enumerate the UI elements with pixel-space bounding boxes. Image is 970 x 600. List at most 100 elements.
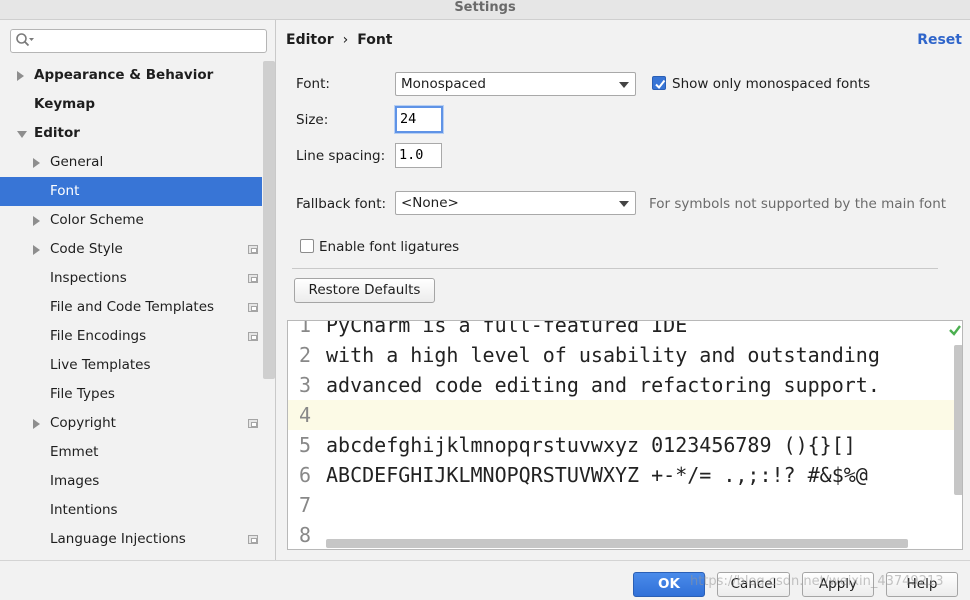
window-titlebar: Settings bbox=[0, 0, 970, 20]
editor-line[interactable]: 5 abcdefghijklmnopqrstuvwxyz 0123456789 (… bbox=[288, 430, 962, 460]
sidebar-item-label: Copyright bbox=[50, 415, 116, 431]
editor-line[interactable]: 6 ABCDEFGHIJKLMNOPQRSTUVWXYZ +-*/= .,;:!?… bbox=[288, 460, 962, 490]
chevron-down-icon bbox=[619, 82, 629, 88]
sidebar-item-appearance-behavior[interactable]: Appearance & Behavior bbox=[0, 61, 262, 90]
chevron-down-icon bbox=[619, 201, 629, 207]
size-field[interactable] bbox=[395, 106, 443, 133]
line-spacing-field[interactable] bbox=[395, 143, 442, 168]
sidebar-item-label: Live Templates bbox=[50, 357, 151, 373]
line-number: 4 bbox=[298, 403, 312, 427]
line-text: PyCharm is a full-featured IDE bbox=[326, 320, 688, 337]
line-number: 3 bbox=[298, 373, 312, 397]
project-scope-icon bbox=[248, 419, 258, 428]
project-scope-icon bbox=[248, 535, 258, 544]
project-scope-icon bbox=[248, 245, 258, 254]
settings-search-input[interactable] bbox=[37, 32, 262, 50]
collapsed-arrow-icon[interactable] bbox=[17, 71, 24, 81]
sidebar-item-intentions[interactable]: Intentions bbox=[0, 496, 262, 525]
fallback-font-combobox[interactable]: <None> bbox=[395, 191, 636, 215]
sidebar-item-general[interactable]: General bbox=[0, 148, 262, 177]
breadcrumb-current: Font bbox=[357, 32, 393, 48]
project-scope-icon bbox=[248, 274, 258, 283]
line-number: 6 bbox=[298, 463, 312, 487]
fallback-font-label: Fallback font: bbox=[296, 196, 387, 212]
breadcrumb-parent[interactable]: Editor bbox=[286, 32, 334, 48]
sidebar-item-file-and-code-templates[interactable]: File and Code Templates bbox=[0, 293, 262, 322]
editor-line[interactable]: 4 bbox=[288, 400, 962, 430]
line-number: 7 bbox=[298, 493, 312, 517]
sidebar-item-label: Editor bbox=[34, 125, 80, 141]
sidebar-item-label: File and Code Templates bbox=[50, 299, 215, 315]
fallback-font-hint: For symbols not supported by the main fo… bbox=[649, 196, 947, 212]
preview-vertical-scrollbar[interactable] bbox=[954, 345, 962, 495]
editor-line[interactable]: 7 bbox=[288, 490, 962, 520]
line-number: 5 bbox=[298, 433, 312, 457]
sidebar-item-label: Color Scheme bbox=[50, 212, 144, 228]
section-divider bbox=[292, 268, 938, 269]
help-button[interactable]: Help bbox=[886, 572, 958, 597]
sidebar-item-label: Font bbox=[50, 183, 80, 199]
preview-horizontal-scrollbar[interactable] bbox=[326, 539, 908, 548]
sidebar-item-label: File Types bbox=[50, 386, 115, 402]
collapsed-arrow-icon[interactable] bbox=[33, 245, 40, 255]
line-number: 8 bbox=[298, 523, 312, 547]
sidebar-item-inspections[interactable]: Inspections bbox=[0, 264, 262, 293]
sidebar-item-label: Keymap bbox=[34, 96, 96, 112]
check-icon bbox=[948, 323, 962, 341]
font-ligatures-checkbox[interactable] bbox=[300, 239, 314, 253]
sidebar-item-label: General bbox=[50, 154, 104, 170]
settings-sidebar: Appearance & Behavior Keymap Editor General… bbox=[0, 20, 276, 560]
apply-button[interactable]: Apply bbox=[802, 572, 874, 597]
size-input[interactable] bbox=[400, 110, 438, 128]
line-number: 2 bbox=[298, 343, 312, 367]
sidebar-item-font[interactable]: Font bbox=[0, 177, 262, 206]
cancel-button[interactable]: Cancel bbox=[717, 572, 790, 597]
window-title: Settings bbox=[454, 0, 516, 15]
sidebar-item-copyright[interactable]: Copyright bbox=[0, 409, 262, 438]
editor-line[interactable]: 2 with a high level of usability and outs… bbox=[288, 340, 962, 370]
collapsed-arrow-icon[interactable] bbox=[33, 158, 40, 168]
expanded-arrow-icon[interactable] bbox=[17, 131, 27, 138]
sidebar-item-live-templates[interactable]: Live Templates bbox=[0, 351, 262, 380]
sidebar-item-file-encodings[interactable]: File Encodings bbox=[0, 322, 262, 351]
sidebar-item-editor[interactable]: Editor bbox=[0, 119, 262, 148]
sidebar-item-language-injections[interactable]: Language Injections bbox=[0, 525, 262, 554]
font-preview-editor[interactable]: 8 7 6 ABCDEFGHIJKLMNOPQRSTUVWXYZ +-*/= .,;:… bbox=[287, 320, 963, 550]
line-text: advanced code editing and refactoring su… bbox=[326, 373, 880, 397]
ok-button[interactable]: OK bbox=[633, 572, 705, 597]
sidebar-item-emmet[interactable]: Emmet bbox=[0, 438, 262, 467]
font-settings-panel: Editor › Font Reset Font: Monospaced Show … bbox=[277, 20, 970, 560]
show-monospaced-label[interactable]: Show only monospaced fonts bbox=[672, 76, 870, 92]
sidebar-item-label: Emmet bbox=[50, 444, 99, 460]
size-label: Size: bbox=[296, 112, 329, 128]
font-combobox[interactable]: Monospaced bbox=[395, 72, 636, 96]
show-monospaced-checkbox[interactable] bbox=[652, 76, 666, 90]
editor-line[interactable]: 3 advanced code editing and refactoring s… bbox=[288, 370, 962, 400]
font-label: Font: bbox=[296, 76, 330, 92]
fallback-font-value: <None> bbox=[401, 195, 459, 211]
sidebar-item-color-scheme[interactable]: Color Scheme bbox=[0, 206, 262, 235]
editor-line[interactable]: 1 PyCharm is a full-featured IDE bbox=[288, 320, 962, 340]
sidebar-scrollbar[interactable] bbox=[263, 61, 275, 379]
collapsed-arrow-icon[interactable] bbox=[33, 216, 40, 226]
breadcrumb: Editor › Font bbox=[286, 32, 393, 48]
project-scope-icon bbox=[248, 332, 258, 341]
line-spacing-input[interactable] bbox=[399, 146, 437, 164]
line-text: ABCDEFGHIJKLMNOPQRSTUVWXYZ +-*/= .,;:!? … bbox=[326, 463, 868, 487]
sidebar-item-label: File Encodings bbox=[50, 328, 147, 344]
settings-search-box[interactable] bbox=[10, 29, 267, 53]
search-icon[interactable] bbox=[15, 32, 35, 50]
sidebar-item-images[interactable]: Images bbox=[0, 467, 262, 496]
reset-link[interactable]: Reset bbox=[917, 32, 962, 48]
font-ligatures-label[interactable]: Enable font ligatures bbox=[319, 239, 459, 255]
sidebar-item-label: Code Style bbox=[50, 241, 123, 257]
project-scope-icon bbox=[248, 303, 258, 312]
sidebar-item-keymap[interactable]: Keymap bbox=[0, 90, 262, 119]
sidebar-item-label: Images bbox=[50, 473, 100, 489]
collapsed-arrow-icon[interactable] bbox=[33, 419, 40, 429]
sidebar-item-file-types[interactable]: File Types bbox=[0, 380, 262, 409]
sidebar-item-label: Appearance & Behavior bbox=[34, 67, 214, 83]
sidebar-item-code-style[interactable]: Code Style bbox=[0, 235, 262, 264]
restore-defaults-button[interactable]: Restore Defaults bbox=[294, 278, 435, 303]
line-number: 1 bbox=[298, 320, 312, 337]
